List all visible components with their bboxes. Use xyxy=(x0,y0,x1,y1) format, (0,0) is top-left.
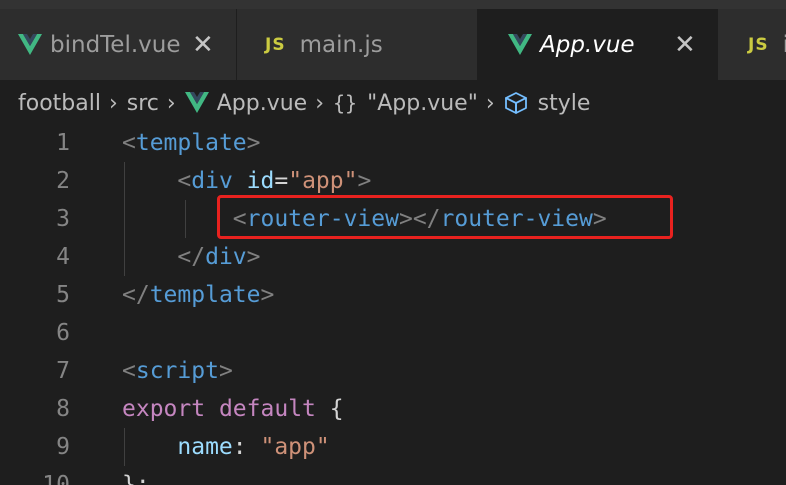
cube-icon xyxy=(504,92,527,114)
tab-label: main.js xyxy=(299,31,383,58)
code-token: div xyxy=(191,168,233,194)
code-token: "app" xyxy=(288,168,358,194)
code-token: : xyxy=(232,434,261,460)
code-text: </div> xyxy=(122,238,261,276)
code-token: }; xyxy=(122,472,150,485)
breadcrumb-item-style[interactable]: style xyxy=(504,90,591,116)
code-token: template xyxy=(149,282,261,308)
code-text: }; xyxy=(122,466,150,485)
code-line[interactable]: 5 </template> xyxy=(0,276,786,314)
breadcrumb-item-module[interactable]: {} "App.vue" xyxy=(333,91,478,116)
code-text: export default { xyxy=(122,390,344,428)
code-token: > xyxy=(260,282,275,308)
code-text: <template> xyxy=(122,124,261,162)
line-number: 5 xyxy=(56,282,70,308)
breadcrumb-item-folder[interactable]: football xyxy=(18,91,101,116)
code-line[interactable]: 6 xyxy=(0,314,786,352)
code-text: <script> xyxy=(122,352,233,390)
code-token: </ xyxy=(177,244,206,270)
tab-overflow[interactable]: JS i xyxy=(718,9,786,80)
chevron-right-icon: › xyxy=(315,90,325,116)
chevron-right-icon: › xyxy=(108,90,118,116)
code-token: { xyxy=(315,396,344,422)
tab-label: App.vue xyxy=(540,31,635,58)
code-token: name xyxy=(177,434,233,460)
code-token: </ xyxy=(122,282,150,308)
code-token: template xyxy=(135,130,247,156)
braces-icon: {} xyxy=(333,91,358,115)
code-line[interactable]: 8 export default { xyxy=(0,390,786,428)
tab-main-js[interactable]: JS main.js xyxy=(237,9,478,80)
code-token: > xyxy=(246,130,261,156)
code-line[interactable]: 1 <template> xyxy=(0,124,786,162)
code-token: < xyxy=(122,130,136,156)
code-line[interactable]: 7 <script> xyxy=(0,352,786,390)
close-icon[interactable]: ✕ xyxy=(674,32,696,58)
vue-file-icon xyxy=(508,33,532,56)
js-file-icon: JS xyxy=(748,34,769,55)
js-file-icon: JS xyxy=(265,34,286,55)
code-token: div xyxy=(205,244,247,270)
line-number: 3 xyxy=(56,206,70,232)
code-line[interactable]: 9 name: "app" xyxy=(0,428,786,466)
line-number: 4 xyxy=(56,244,70,270)
line-number: 8 xyxy=(56,396,70,422)
code-token: > xyxy=(357,168,372,194)
tab-label: i xyxy=(782,31,786,58)
editor-tab-bar: bindTel.vue ✕ JS main.js App.vue ✕ JS i xyxy=(0,9,786,80)
line-number: 2 xyxy=(56,168,70,194)
chevron-right-icon: › xyxy=(485,90,495,116)
code-token: id xyxy=(246,168,275,194)
code-token: script xyxy=(135,358,219,384)
tab-app-vue[interactable]: App.vue ✕ xyxy=(478,9,718,80)
line-number: 1 xyxy=(56,130,70,156)
vue-file-icon xyxy=(184,92,209,114)
code-token: default xyxy=(218,396,316,422)
line-number: 6 xyxy=(56,320,70,346)
code-token: > xyxy=(218,358,233,384)
chevron-right-icon: › xyxy=(166,90,176,116)
code-token: < xyxy=(122,358,136,384)
code-token: > xyxy=(246,244,261,270)
code-text: name: "app" xyxy=(122,428,330,466)
vue-file-icon xyxy=(18,33,42,56)
breadcrumb-item-src[interactable]: src xyxy=(127,91,159,116)
title-bar-strip xyxy=(0,0,786,9)
tab-label: bindTel.vue xyxy=(50,31,181,58)
code-editor[interactable]: 1 <template> 2 <div id="app"> 3 <router-vie… xyxy=(0,124,786,485)
breadcrumb-item-file[interactable]: App.vue xyxy=(184,90,308,116)
code-token: < xyxy=(177,168,192,194)
breadcrumb: football › src › App.vue › {} "App.vue" … xyxy=(0,80,786,126)
code-line[interactable]: 10}; xyxy=(0,466,786,485)
breadcrumb-style-label: style xyxy=(537,90,591,116)
close-icon[interactable]: ✕ xyxy=(192,32,214,58)
code-token: = xyxy=(274,168,289,194)
breadcrumb-module-label: "App.vue" xyxy=(367,90,478,116)
line-number: 7 xyxy=(56,358,70,384)
highlight-annotation-box xyxy=(217,195,673,239)
code-token: export xyxy=(122,396,206,422)
line-number: 10 xyxy=(42,472,70,485)
code-line[interactable]: 4 </div> xyxy=(0,238,786,276)
breadcrumb-file-label: App.vue xyxy=(216,90,308,116)
line-number: 9 xyxy=(56,434,70,460)
code-token: "app" xyxy=(260,434,330,460)
code-text: </template> xyxy=(122,276,274,314)
tab-bindtel-vue[interactable]: bindTel.vue ✕ xyxy=(0,9,237,80)
